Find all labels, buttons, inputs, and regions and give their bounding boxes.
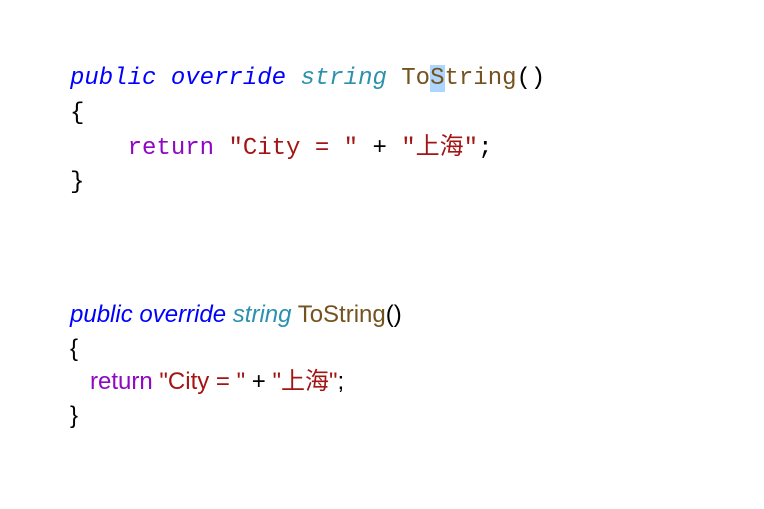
keyword-override: override <box>139 301 226 328</box>
operator-plus: + <box>252 368 266 395</box>
semicolon: ; <box>338 368 345 395</box>
keyword-public: public <box>70 301 133 328</box>
operator-plus: + <box>372 135 386 162</box>
string-literal-2: "上海" <box>272 368 337 395</box>
keyword-override: override <box>171 65 286 92</box>
string-literal-1: "City = " <box>159 368 245 395</box>
code-block-monospace: public override string ToString() { retu… <box>70 62 545 201</box>
code-block-proportional: public override string ToString() { retu… <box>70 298 402 432</box>
method-name-pre: To <box>401 65 430 92</box>
method-name-highlight: S <box>430 65 444 92</box>
method-name: ToString <box>298 301 386 328</box>
parentheses: () <box>517 65 546 92</box>
brace-open: { <box>70 335 78 362</box>
method-name-post: tring <box>445 65 517 92</box>
string-literal-2: "上海" <box>401 135 478 162</box>
keyword-return: return <box>90 368 153 395</box>
brace-close: } <box>70 402 78 429</box>
type-string: string <box>300 65 386 92</box>
type-string: string <box>233 301 292 328</box>
parentheses: () <box>386 301 402 328</box>
keyword-return: return <box>128 135 214 162</box>
semicolon: ; <box>478 135 492 162</box>
keyword-public: public <box>70 65 156 92</box>
brace-open: { <box>70 100 84 127</box>
brace-close: } <box>70 169 84 196</box>
string-literal-1: "City = " <box>228 135 358 162</box>
